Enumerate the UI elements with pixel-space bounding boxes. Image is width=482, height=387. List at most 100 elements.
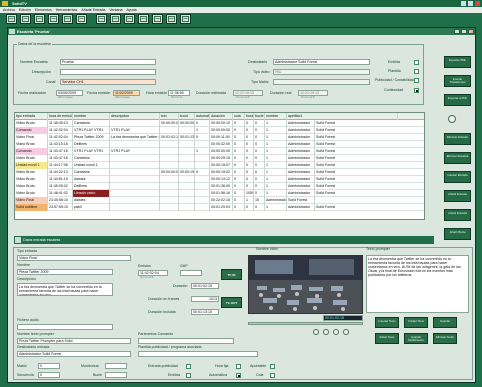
- column-header[interactable]: hora fija: [245, 113, 254, 120]
- table-row[interactable]: Unidad movil 1 11:44:17:06 Unidad movil 1 0…: [15, 162, 424, 169]
- table-row[interactable]: Video Final 11:42:02:04 Pieza Twitter 2009…: [15, 134, 424, 141]
- monitorizar-field[interactable]: [105, 363, 127, 369]
- cut-icon[interactable]: [96, 14, 107, 24]
- window-close-button[interactable]: [468, 29, 474, 34]
- emitida-checkbox[interactable]: [414, 60, 419, 65]
- secuencia-field[interactable]: 0: [38, 372, 60, 378]
- copy-icon[interactable]: [110, 14, 121, 24]
- bucle-field[interactable]: [105, 372, 127, 378]
- column-header[interactable]: automat: [195, 113, 210, 120]
- window-maximize-button[interactable]: [461, 29, 467, 34]
- tc-out-button[interactable]: TC OUT: [221, 297, 242, 308]
- column-header[interactable]: bucle: [254, 113, 265, 120]
- destinatario-select[interactable]: Administrador Solid Forest: [273, 59, 370, 65]
- texto-prompter-textarea[interactable]: La tira demuestra que Twitter se ha conv…: [366, 255, 469, 313]
- parametros-field[interactable]: [138, 338, 234, 344]
- new-icon[interactable]: [6, 14, 17, 24]
- column-header[interactable]: nombre: [73, 113, 110, 120]
- destinatario-entrada-select[interactable]: Administrador Solid Forest: [17, 351, 131, 357]
- list-icon[interactable]: [76, 14, 87, 24]
- duracion-incluida-field[interactable]: 00:01:13:15: [191, 309, 219, 315]
- table-icon[interactable]: [62, 14, 73, 24]
- descripcion-entrada-textarea[interactable]: La tira demuestra que Twitter se ha conv…: [17, 283, 113, 296]
- menu-item[interactable]: Herramientas: [56, 8, 78, 12]
- column-header[interactable]: tcout: [179, 113, 195, 120]
- tipo-video-select[interactable]: PAL: [273, 69, 370, 75]
- bottom-button-insertar-texto-0[interactable]: Insertar Texto: [375, 317, 399, 328]
- rewind-icon[interactable]: [313, 329, 319, 335]
- side-button-a-adir-bucle-9[interactable]: Añadir Bucle: [444, 228, 471, 240]
- nombre-prompter-field[interactable]: Pieza Twitter Prompter para Solid: [17, 338, 131, 344]
- duracion-frames-field[interactable]: 1013: [191, 296, 219, 302]
- tc-in-button[interactable]: TC IN: [221, 269, 242, 280]
- bottom-button-guardar-2[interactable]: Guardar: [433, 317, 457, 328]
- side-button-a-adir-entrada-8[interactable]: Añadir Entrada: [444, 209, 471, 221]
- settings-icon[interactable]: ⚙: [458, 116, 461, 120]
- publicidad-checkbox[interactable]: [414, 78, 419, 83]
- bottom-button-unidad-texto-1[interactable]: Unidad Texto: [404, 317, 428, 328]
- column-header[interactable]: descripcion: [110, 113, 160, 120]
- tipo-matriz-select[interactable]: [273, 79, 370, 85]
- export-icon[interactable]: [166, 14, 177, 24]
- entries-table[interactable]: tipo entrada hora de emisión nombre descrip…: [14, 112, 425, 220]
- menu-item[interactable]: Archivo: [3, 8, 15, 12]
- table-row[interactable]: Video Bruto 11:45:45:13 Cantabria 00:00:00:…: [15, 120, 424, 127]
- maximize-button[interactable]: [468, 1, 473, 6]
- film-icon[interactable]: [138, 14, 149, 24]
- minimize-button[interactable]: [461, 1, 466, 6]
- menu-item[interactable]: Ventana: [109, 8, 122, 12]
- refresh-icon[interactable]: [180, 14, 191, 24]
- column-header[interactable]: apellido1: [287, 113, 398, 120]
- side-button-eliminar-escaleta-5[interactable]: Eliminar Escaleta: [444, 152, 471, 164]
- paste-icon[interactable]: [124, 14, 135, 24]
- bottom-button-guardar-modificaci-n-4[interactable]: Guardar Modificación: [404, 333, 428, 344]
- nombre-entrada-field[interactable]: Pieza Twitter 2009: [17, 269, 113, 275]
- side-button-exportar-a-pdf-2[interactable]: Exportar a PDF: [444, 94, 471, 106]
- plantilla-checkbox[interactable]: [414, 69, 419, 74]
- tipo-entrada-select[interactable]: Video Final: [17, 255, 131, 261]
- forward-icon[interactable]: [343, 329, 349, 335]
- gap-field[interactable]: [180, 270, 202, 276]
- canal-select[interactable]: Servidor CH1: [60, 79, 156, 85]
- column-header[interactable]: cola: [233, 113, 245, 120]
- table-row[interactable]: Video Bruto 11:44:32:13 Cantabria 00:00:00:…: [15, 169, 424, 176]
- table-row[interactable]: Video Bruto 11:45:05:02 Delfines 00:01:36:0…: [15, 183, 424, 190]
- video-preview[interactable]: [248, 255, 363, 314]
- duracion-entrada-field[interactable]: 00:01:02:15: [191, 283, 219, 289]
- table-row[interactable]: Video Final 23:35:56:10 Asistes 00:22:02:16…: [15, 197, 424, 204]
- column-header[interactable]: tipo entrada: [15, 113, 48, 120]
- descripcion-field[interactable]: [60, 69, 156, 75]
- table-row[interactable]: Comando 11:43:47:16 VTR1 PLAY VTR1 VTR1 PLA…: [15, 148, 424, 155]
- search-icon[interactable]: [448, 115, 456, 123]
- play-icon[interactable]: [323, 329, 329, 335]
- entrada-publicidad-checkbox[interactable]: [186, 364, 191, 369]
- table-row[interactable]: Solid sublime 23:57:59:10 pablI 00:01:29:03…: [15, 204, 424, 211]
- menu-item[interactable]: Ayuda: [127, 8, 137, 12]
- table-row[interactable]: Video Bruto 11:43:47:16 Cantabria 00:00:29:…: [15, 155, 424, 162]
- video-scrubber[interactable]: [248, 322, 363, 325]
- side-button-insertar-transiciones-1[interactable]: Insertar Transiciones: [444, 75, 471, 87]
- side-button-a-adir-entrada-7[interactable]: Añadir Entrada: [444, 190, 471, 202]
- table-row[interactable]: Video Bruto 11:44:51:15 Asistes 00:00:13:12…: [15, 176, 424, 183]
- automatica-checkbox[interactable]: [236, 373, 241, 378]
- continuidad-checkbox[interactable]: [414, 88, 419, 93]
- side-button-exportar-xml-0[interactable]: Exportar XML: [444, 56, 471, 68]
- side-button-eliminar-entrada-4[interactable]: Eliminar Entrada: [444, 133, 471, 145]
- column-header[interactable]: tcin: [160, 113, 179, 120]
- print-icon[interactable]: [48, 14, 59, 24]
- cola-checkbox[interactable]: [270, 373, 275, 378]
- table-row[interactable]: Comando 11:42:02:04 VTR1 PLAY VTR1 VTR1 PLA…: [15, 127, 424, 134]
- close-button[interactable]: [475, 1, 480, 6]
- side-button-insertar-entrada-6[interactable]: Insertar Entrada: [444, 171, 471, 183]
- table-row[interactable]: Video Bruto 11:46:41:02 Llmado vacío 00:01:…: [15, 190, 424, 197]
- table-row[interactable]: Video Bruto 11:43:15:16 Delfines 00:00:32:0…: [15, 141, 424, 148]
- save-icon[interactable]: [34, 14, 45, 24]
- column-header[interactable]: hora de emisión: [48, 113, 73, 120]
- hora-fija-checkbox[interactable]: [236, 364, 241, 369]
- matriz-field[interactable]: 0: [38, 363, 60, 369]
- menu-item[interactable]: Elementos: [35, 8, 52, 12]
- apuntable-checkbox[interactable]: [270, 364, 275, 369]
- user-icon[interactable]: [152, 14, 163, 24]
- window-minimize-button[interactable]: [454, 29, 460, 34]
- bottom-button-editar-texto-3[interactable]: Editar Texto: [375, 333, 399, 344]
